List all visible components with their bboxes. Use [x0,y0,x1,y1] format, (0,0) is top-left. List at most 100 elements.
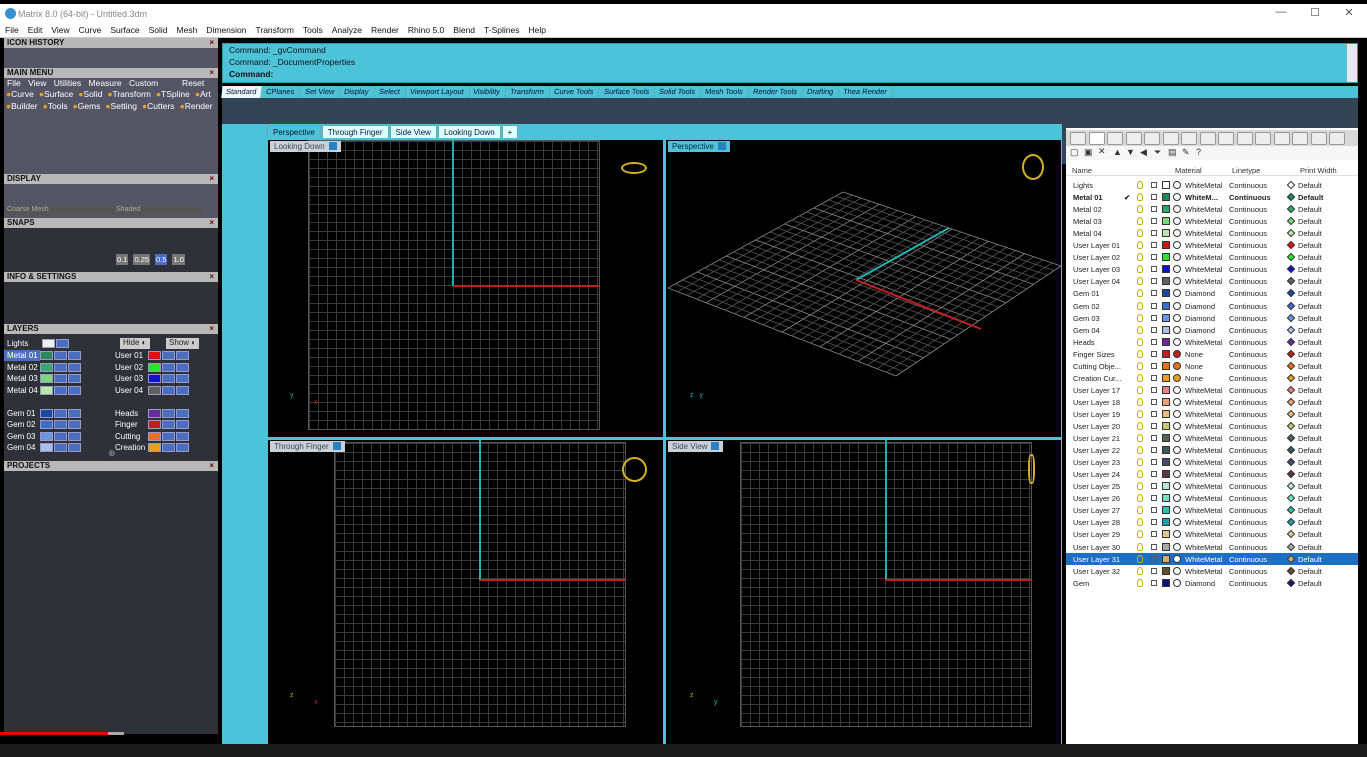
print-color-diamond[interactable] [1286,180,1296,190]
layer-material[interactable]: WhiteMetal [1185,506,1223,515]
panel-tab-icon[interactable] [1199,132,1216,145]
layer-color-swatch[interactable] [1162,385,1170,394]
layer-material[interactable]: WhiteMetal [1185,422,1223,431]
layer-material[interactable]: None [1185,374,1203,383]
panel-tab-icon[interactable] [1162,132,1179,145]
layer-quick-row[interactable]: User 03 [112,373,190,384]
viewport-side-view[interactable]: Side View zy [665,439,1062,746]
layer-row[interactable]: Gem Diamond Continuous Default [1066,577,1358,589]
layer-toggle[interactable] [176,431,189,441]
layer-linetype[interactable]: Continuous [1229,277,1267,286]
material-icon[interactable] [1173,470,1181,479]
lock-icon[interactable] [1151,471,1157,478]
material-icon[interactable] [1173,217,1181,226]
print-color-diamond[interactable] [1286,506,1296,515]
layer-material[interactable]: WhiteMetal [1185,277,1223,286]
layer-print-width[interactable]: Default [1298,338,1322,347]
layer-color-swatch[interactable] [40,408,53,418]
viewport-label-through-finger[interactable]: Through Finger [270,441,345,452]
layer-toggle[interactable] [162,374,175,383]
layer-linetype[interactable]: Continuous [1229,482,1267,491]
panel-tab-icon[interactable] [1329,132,1345,145]
layer-material[interactable]: Diamond [1185,579,1215,588]
material-icon[interactable] [1173,181,1181,189]
layer-material[interactable]: Diamond [1185,289,1215,298]
layer-material[interactable]: WhiteMetal [1185,543,1223,552]
snap-1.0[interactable]: 1.0 [172,254,185,265]
light-bulb-icon[interactable] [1137,554,1143,563]
layer-quick-row[interactable]: Heads [112,408,190,419]
layer-color-swatch[interactable] [1162,494,1170,503]
layer-material[interactable]: WhiteM... [1185,193,1218,202]
snap-0.25[interactable]: 0.25 [133,254,151,265]
lock-icon[interactable] [1151,410,1157,417]
layer-material[interactable]: WhiteMetal [1185,470,1223,479]
command-prompt[interactable]: Command: [223,68,1357,80]
mm-view[interactable]: View [28,78,46,88]
col-linetype[interactable]: Linetype [1232,166,1260,175]
hide-button[interactable]: Hide ◐ [120,338,150,349]
material-icon[interactable] [1173,277,1181,286]
layer-toggle[interactable] [176,351,189,360]
layer-material[interactable]: WhiteMetal [1185,398,1223,407]
layer-print-width[interactable]: Default [1298,398,1322,407]
toolbar-tab[interactable]: Surface Tools [598,86,656,98]
lock-icon[interactable] [1151,314,1157,321]
layer-print-width[interactable]: Default [1298,229,1322,238]
layer-toggle[interactable] [68,374,81,383]
layer-color-swatch[interactable] [148,351,161,360]
light-bulb-icon[interactable] [1137,397,1143,406]
print-color-diamond[interactable] [1286,265,1296,274]
layer-toggle[interactable] [162,351,175,360]
material-icon[interactable] [1173,313,1181,322]
layer-color-swatch[interactable] [1162,349,1170,358]
viewport-through-finger[interactable]: Through Finger zx [267,439,664,746]
layer-print-width[interactable]: Default [1298,302,1322,311]
layer-print-width[interactable]: Default [1298,193,1323,202]
light-bulb-icon[interactable] [1137,241,1143,250]
layer-row[interactable]: Heads WhiteMetal Continuous Default [1066,336,1358,348]
layer-print-width[interactable]: Default [1298,181,1322,190]
layer-row[interactable]: Finger Sizes None Continuous Default [1066,348,1358,360]
material-icon[interactable] [1173,482,1181,491]
menu-dimension[interactable]: Dimension [201,24,250,35]
layer-toggle[interactable] [162,420,175,429]
layer-row[interactable]: User Layer 20 WhiteMetal Continuous Default [1066,420,1358,432]
layer-color-swatch[interactable] [148,362,161,372]
material-icon[interactable] [1173,409,1181,418]
layer-print-width[interactable]: Default [1298,217,1322,226]
layer-linetype[interactable]: Continuous [1229,410,1267,419]
layer-color-swatch[interactable] [1162,554,1170,563]
expand-icon[interactable]: ⊕ [108,448,116,459]
lock-icon[interactable] [1151,507,1157,514]
layer-linetype[interactable]: Continuous [1229,289,1267,298]
material-icon[interactable] [1173,385,1181,394]
layer-color-swatch[interactable] [1162,289,1170,298]
layer-quick-row[interactable]: Metal 04 [4,385,82,396]
layer-color-swatch[interactable] [40,374,53,383]
move-up-icon[interactable]: ▲ [1113,147,1122,157]
layer-row[interactable]: User Layer 32 WhiteMetal Continuous Default [1066,565,1358,577]
layer-toggle[interactable] [176,385,189,395]
layer-row[interactable]: Gem 04 Diamond Continuous Default [1066,324,1358,336]
light-bulb-icon[interactable] [1137,277,1143,286]
layer-color-swatch[interactable] [1162,397,1170,406]
mm-builder[interactable]: Builder [6,101,38,111]
layer-print-width[interactable]: Default [1298,422,1322,431]
info-settings-header[interactable]: INFO & SETTINGS × [4,272,218,282]
mm-tools[interactable]: Tools [43,101,68,111]
layer-material[interactable]: WhiteMetal [1185,217,1223,226]
col-name[interactable]: Name [1072,166,1092,175]
viewport-label-looking-down[interactable]: Looking Down [270,141,341,152]
layer-color-swatch[interactable] [1162,217,1170,226]
layer-linetype[interactable]: Continuous [1229,518,1267,527]
layer-color-swatch[interactable] [1162,241,1170,250]
mm-measure[interactable]: Measure [89,78,122,88]
layer-row[interactable]: User Layer 26 WhiteMetal Continuous Default [1066,492,1358,504]
layer-toggle[interactable] [68,420,81,429]
panel-tab-icon[interactable] [1125,132,1142,145]
panel-tab-icon[interactable] [1236,132,1253,145]
layer-linetype[interactable]: Continuous [1229,374,1267,383]
layer-print-width[interactable]: Default [1298,289,1322,298]
lock-icon[interactable] [1151,350,1157,357]
